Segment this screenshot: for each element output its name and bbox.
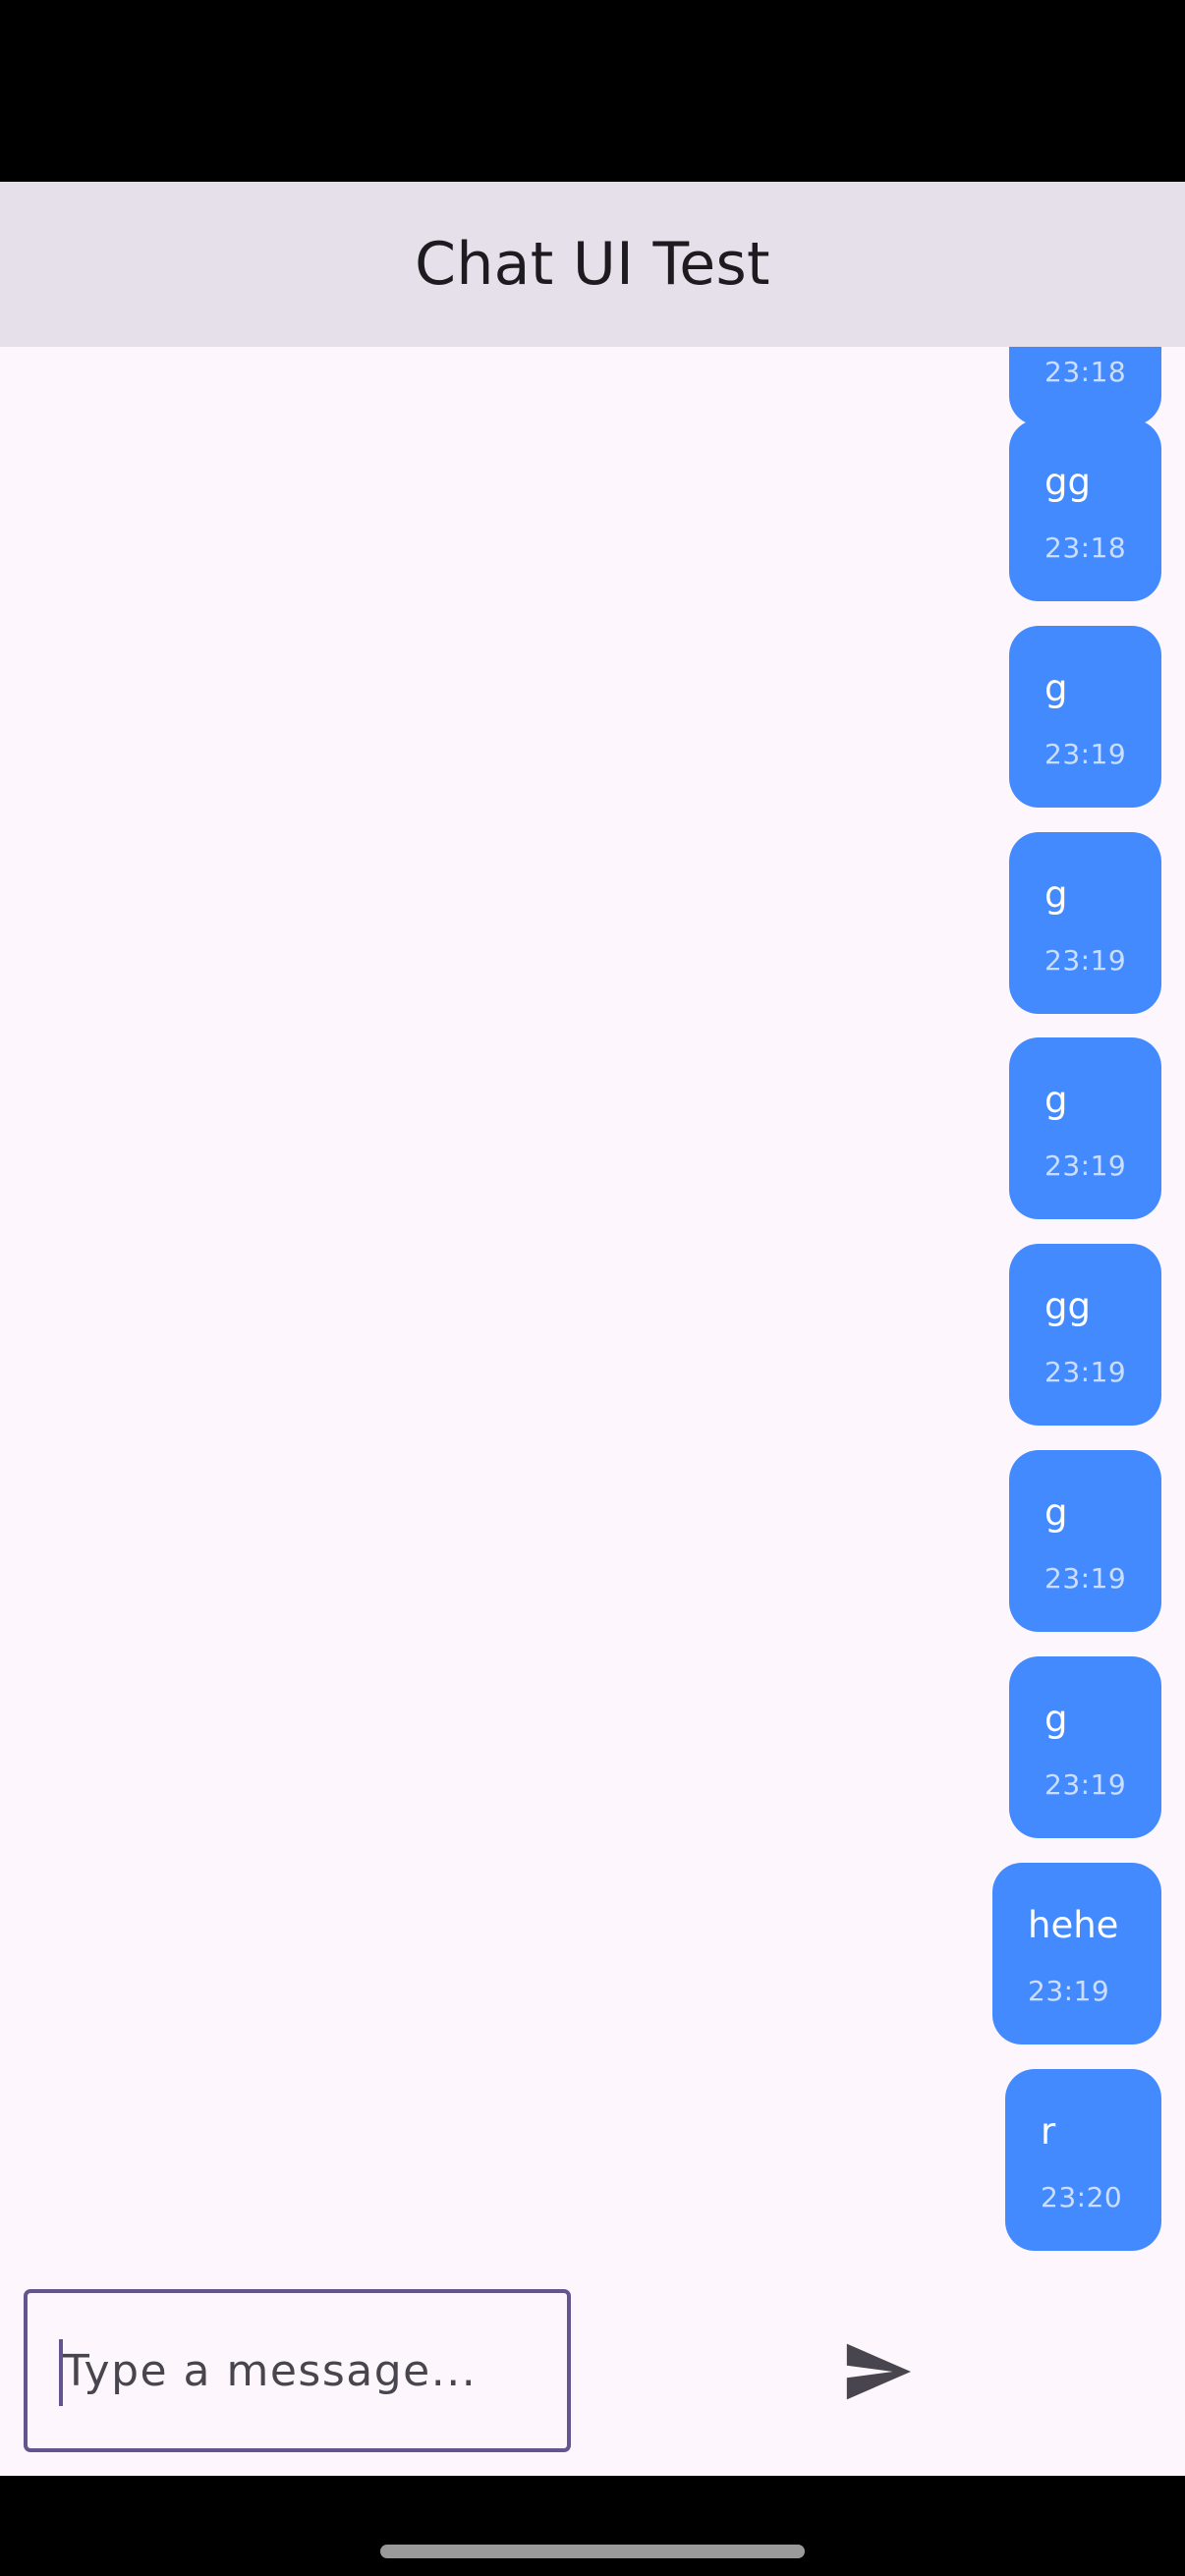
message-text: r — [1041, 2110, 1056, 2153]
message-text: g — [1044, 1079, 1068, 1121]
message-time: 23:19 — [1044, 1356, 1127, 1388]
message-bubble[interactable]: g 23:19 — [1009, 1656, 1161, 1838]
message-time: 23:19 — [1028, 1975, 1110, 2007]
message-time: 23:20 — [1041, 2181, 1123, 2213]
message-text: g — [1044, 667, 1068, 709]
message-bubble[interactable]: g 23:19 — [1009, 626, 1161, 808]
message-time: 23:19 — [1044, 1149, 1127, 1182]
message-text: g — [1044, 1698, 1068, 1740]
message-bubble[interactable]: hehe 23:19 — [992, 1863, 1161, 2044]
app-bar: Chat UI Test — [0, 182, 1185, 347]
composer — [0, 2255, 1185, 2476]
message-bubble[interactable]: 23:18 — [1009, 347, 1161, 425]
message-text: g — [1044, 1491, 1068, 1534]
send-icon — [846, 2343, 911, 2400]
text-cursor — [59, 2339, 63, 2406]
message-bubble[interactable]: gg 23:18 — [1009, 420, 1161, 601]
message-text: hehe — [1028, 1904, 1119, 1946]
message-input[interactable] — [24, 2289, 571, 2452]
message-text: gg — [1044, 1285, 1091, 1327]
system-nav-bar — [0, 2476, 1185, 2576]
message-time: 23:19 — [1044, 944, 1127, 977]
status-bar — [0, 0, 1185, 182]
page-title: Chat UI Test — [415, 230, 770, 299]
send-button[interactable] — [823, 2318, 931, 2426]
message-bubble[interactable]: g 23:19 — [1009, 1450, 1161, 1632]
message-bubble[interactable]: g 23:19 — [1009, 832, 1161, 1014]
message-bubble[interactable]: r 23:20 — [1005, 2069, 1161, 2251]
message-time: 23:18 — [1044, 356, 1127, 388]
message-list[interactable]: 23:18 gg 23:18 g 23:19 g 23:19 g 23:19 g… — [0, 347, 1185, 2255]
message-time: 23:19 — [1044, 1768, 1127, 1801]
message-time: 23:19 — [1044, 1562, 1127, 1595]
message-bubble[interactable]: g 23:19 — [1009, 1037, 1161, 1219]
message-time: 23:18 — [1044, 532, 1127, 564]
message-time: 23:19 — [1044, 738, 1127, 770]
home-indicator[interactable] — [380, 2545, 805, 2558]
message-text: gg — [1044, 461, 1091, 503]
message-bubble[interactable]: gg 23:19 — [1009, 1244, 1161, 1426]
message-text: g — [1044, 873, 1068, 916]
